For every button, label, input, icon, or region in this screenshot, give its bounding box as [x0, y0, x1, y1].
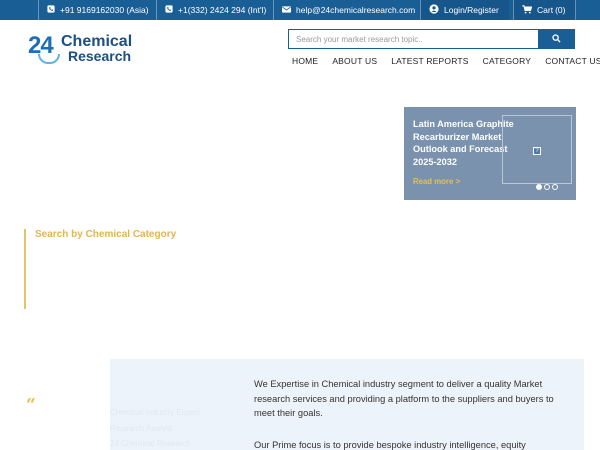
featured-report-slider: Latin America Graphite Recarburizer Mark…	[404, 107, 576, 200]
faint-text-line: Research Analyst	[110, 424, 173, 433]
phone-icon	[165, 5, 173, 15]
envelope-icon	[282, 5, 291, 15]
slider-dot-2[interactable]	[544, 184, 550, 190]
login-register-label: Login/Register	[444, 5, 499, 15]
broken-image-icon: ?	[533, 147, 541, 155]
about-paragraph-2: Our Prime focus is to provide bespoke in…	[254, 440, 526, 450]
nav-home[interactable]: HOME	[292, 56, 318, 66]
chemical-category-section: Search by Chemical Category	[24, 229, 324, 309]
phone-icon	[47, 5, 55, 15]
phone-intl-link[interactable]: +1(332) 2424 294 (Int'l)	[156, 0, 276, 20]
site-logo[interactable]: 24 Chemical Research	[28, 30, 140, 68]
cart-count: (0)	[555, 5, 566, 15]
about-paragraph-1: We Expertise in Chemical industry segmen…	[254, 379, 554, 418]
search-input[interactable]	[288, 29, 538, 49]
phone-asia-link[interactable]: +91 9169162030 (Asia)	[38, 0, 159, 20]
faint-text-line: 24 Chemical Research	[110, 439, 191, 448]
cart-label: Cart	[537, 5, 554, 15]
logo-wave-icon	[38, 54, 60, 64]
login-register-button[interactable]: Login/Register	[420, 0, 509, 20]
main-nav: HOME ABOUT US LATEST REPORTS CATEGORY CO…	[292, 56, 600, 66]
quote-mark-icon: “	[26, 395, 36, 415]
cart-icon	[522, 4, 533, 16]
search-button[interactable]	[538, 29, 575, 49]
slider-dot-3[interactable]	[552, 184, 558, 190]
top-bar: +91 9169162030 (Asia) +1(332) 2424 294 (…	[0, 0, 600, 20]
nav-category[interactable]: CATEGORY	[483, 56, 532, 66]
slide-read-more-link[interactable]: Read more >	[413, 177, 460, 186]
search-icon	[552, 30, 561, 48]
logo-line-research: Research	[68, 48, 132, 64]
search-bar	[288, 29, 575, 49]
email-link[interactable]: help@24chemicalresearch.com	[273, 0, 425, 20]
category-section-title: Search by Chemical Category	[35, 229, 177, 240]
slide-report-image[interactable]: ?	[502, 115, 572, 184]
cart-button[interactable]: Cart (0)	[513, 0, 577, 20]
faint-text-line: Chemical Industry Expert	[110, 408, 200, 417]
nav-latest-reports[interactable]: LATEST REPORTS	[391, 56, 468, 66]
phone-intl-text: +1(332) 2424 294 (Int'l)	[178, 5, 267, 15]
email-text: help@24chemicalresearch.com	[296, 5, 416, 15]
user-icon	[429, 4, 439, 16]
phone-asia-text: +91 9169162030 (Asia)	[60, 5, 149, 15]
slider-dot-1[interactable]	[536, 184, 542, 190]
nav-about-us[interactable]: ABOUT US	[332, 56, 377, 66]
nav-contact-us[interactable]: CONTACT US	[545, 56, 600, 66]
slider-dots	[536, 184, 560, 190]
